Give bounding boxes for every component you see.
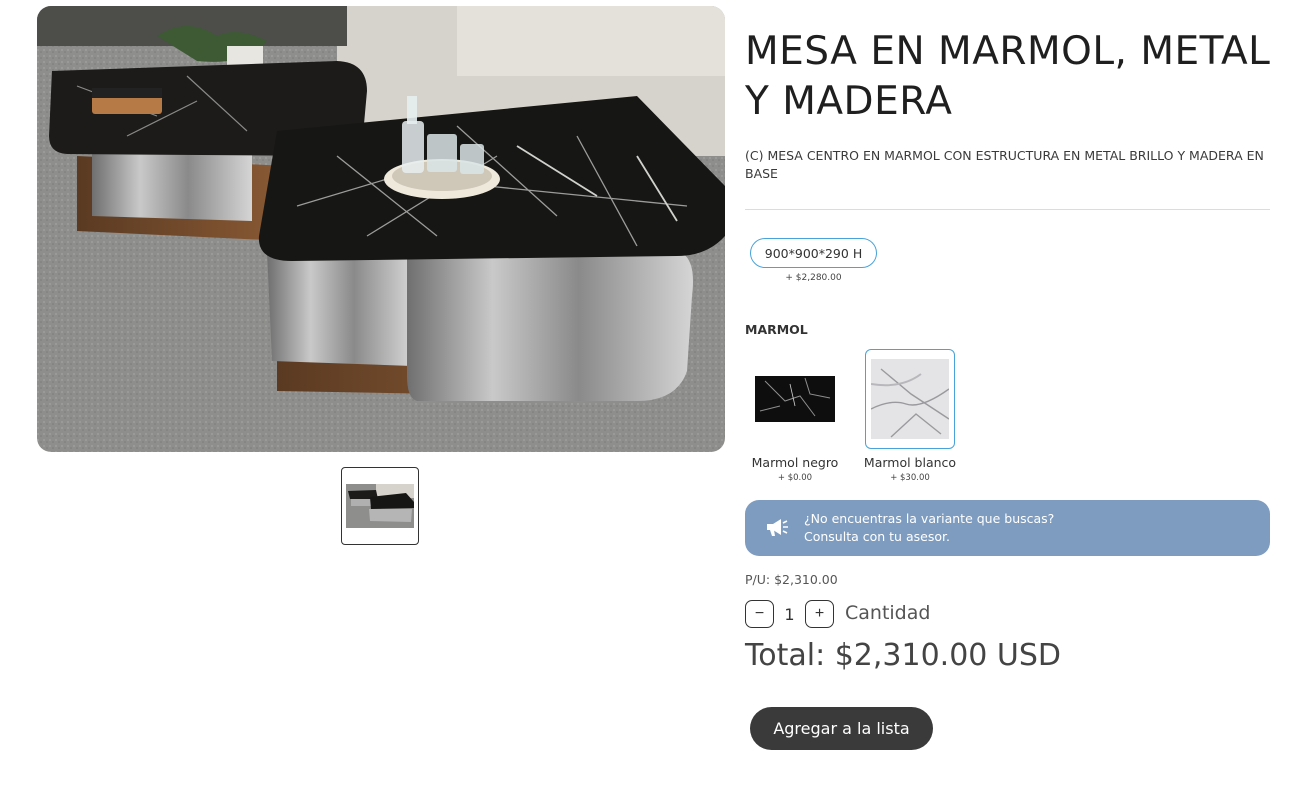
banner-question: ¿No encuentras la variante que buscas? [804,511,1055,526]
product-thumbnail[interactable] [341,467,419,545]
product-subtitle: (C) MESA CENTRO EN MARMOL CON ESTRUCTURA… [745,148,1264,181]
swatch-price-blanco: + $30.00 [890,473,930,483]
quantity-decrease-button[interactable]: − [745,600,774,628]
swatch-price-negro: + $0.00 [777,473,813,483]
product-main-image[interactable] [37,6,725,452]
swatch-label-negro: Marmol negro [751,455,839,470]
quantity-label: Cantidad [845,602,931,624]
swatch-marmol-negro[interactable] [750,349,840,449]
black-marble-swatch-image [755,376,835,422]
size-option-price: + $2,280.00 [785,273,842,283]
divider [745,209,1270,210]
product-title: MESA EN MARMOL, METAL Y MADERA [745,29,1271,124]
quantity-increase-button[interactable]: + [805,600,834,628]
variant-help-banner[interactable]: ¿No encuentras la variante que buscas? C… [745,500,1270,556]
marble-section-label: MARMOL [745,322,808,337]
quantity-input[interactable] [775,600,804,628]
banner-advice: Consulta con tu asesor. [804,529,950,544]
size-option-chip[interactable]: 900*900*290 H [750,238,877,268]
unit-price: P/U: $2,310.00 [745,572,838,587]
megaphone-icon [765,516,789,542]
swatch-label-blanco: Marmol blanco [863,455,957,470]
total-price: Total: $2,310.00 USD [745,638,1062,673]
thumbnail-image [346,484,414,528]
add-to-list-button[interactable]: Agregar a la lista [750,707,933,750]
swatch-marmol-blanco[interactable] [865,349,955,449]
white-marble-swatch-image [871,359,949,439]
